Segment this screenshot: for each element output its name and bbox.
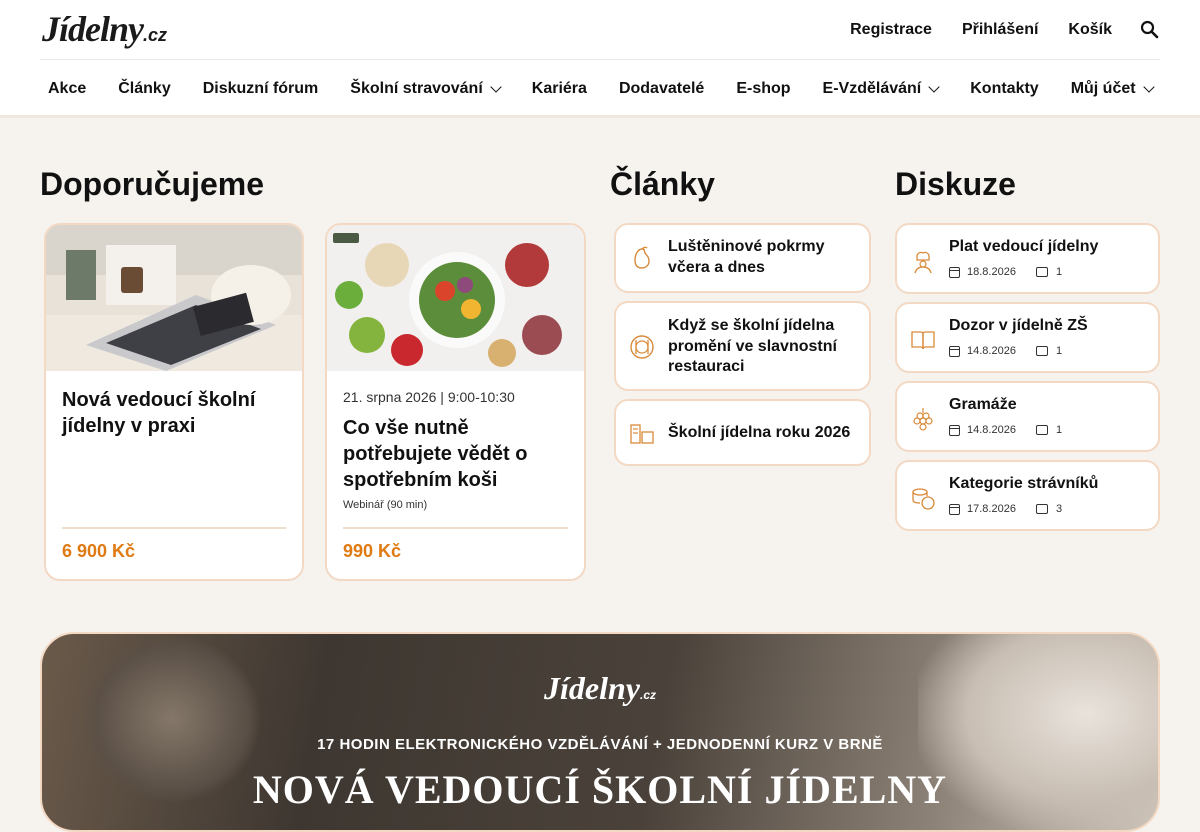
banner-logo-suffix: .cz [639,688,656,702]
logo-text: Jídelny [42,9,144,49]
promo-banner[interactable]: Jídelny.cz 17 HODIN ELEKTRONICKÉHO VZDĚL… [40,632,1160,832]
discussion-meta: 14.8.2026 1 [949,345,1062,357]
card-title: Nová vedoucí školní jídelny v praxi [62,389,256,437]
search-icon[interactable] [1140,20,1160,40]
login-link[interactable]: Přihlášení [962,21,1038,39]
comment-icon [1035,504,1048,514]
register-link[interactable]: Registrace [850,21,932,39]
main-nav: Akce Články Diskuzní fórum Školní stravo… [40,60,1160,117]
discussion-title: Plat vedoucí jídelny [949,238,1099,255]
top-links: Registrace Přihlášení Košík [820,0,1160,60]
nav-label: Můj účet [1070,79,1136,97]
nav-item-eshop[interactable]: E-shop [728,80,798,98]
card-price: 990 Kč [343,541,402,561]
article-item[interactable]: Když se školní jídelna promění ve slavno… [614,301,871,391]
comment-icon [1035,425,1048,435]
nav-label: Články [118,79,171,97]
comment-icon [1035,267,1048,277]
discussion-item[interactable]: Gramáže 14.8.2026 1 [895,381,1160,452]
card-price: 6 900 Kč [62,541,136,561]
top-bar: Jídelny.cz Registrace Přihlášení Košík [40,0,1160,60]
article-item[interactable]: Luštěninové pokrmy včera a dnes [614,223,871,293]
post-date: 14.8.2026 [967,345,1016,357]
nav-item-kontakty[interactable]: Kontakty [962,80,1046,98]
discussion-title: Gramáže [949,396,1017,413]
comment-count: 1 [1055,345,1063,357]
nav-label: Akce [48,79,87,97]
nav-label: Kariéra [531,79,587,97]
nav-label: Dodavatelé [618,79,705,97]
nav-item-akce[interactable]: Akce [40,80,94,98]
article-title: Školní jídelna roku 2026 [668,424,851,441]
chevron-down-icon [1142,80,1155,93]
calendar-icon [949,503,960,515]
site-header: Jídelny.cz Registrace Přihlášení Košík A… [0,0,1200,118]
discussion-meta: 18.8.2026 1 [949,266,1062,278]
event-date: 21. srpna 2026 | 9:00-10:30 [343,389,515,405]
calendar-icon [949,266,960,278]
nav-label: Školní stravování [350,79,483,97]
chef-icon [914,251,932,274]
webinar-image [327,225,584,371]
canteen-icon [630,424,654,444]
discussion-meta: 14.8.2026 1 [949,424,1062,436]
discussion-meta: 17.8.2026 3 [949,503,1062,515]
discussion-title: Dozor v jídelně ZŠ [949,317,1088,334]
post-date: 18.8.2026 [967,266,1016,278]
discussion-heading: Diskuze [895,166,1016,202]
course-image [46,225,302,371]
plate-cutlery-icon [630,335,654,359]
discussion-item[interactable]: Kategorie strávníků 17.8.2026 3 [895,460,1160,531]
grapes-icon [913,408,933,431]
nav-label: Diskuzní fórum [202,79,319,97]
nav-item-muj-ucet[interactable]: Můj účet [1063,80,1161,98]
banner-logo-text: Jídelny [544,670,640,706]
nav-label: E-Vzdělávání [822,79,922,97]
nav-label: Kontakty [970,79,1039,97]
nav-item-forum[interactable]: Diskuzní fórum [195,80,327,98]
nav-item-kariera[interactable]: Kariéra [524,80,595,98]
divider [343,527,568,529]
post-date: 14.8.2026 [967,424,1016,436]
site-logo[interactable]: Jídelny.cz [42,8,167,50]
divider [62,527,286,529]
nav-item-evzdelavani[interactable]: E-Vzdělávání [815,80,947,98]
comment-count: 1 [1055,266,1063,278]
card-title: Co vše nutně potřebujete vědět o spotřeb… [343,417,528,491]
book-icon [911,331,935,350]
nav-label: E-shop [736,79,791,97]
comment-icon [1035,346,1048,356]
article-title: Když se školní jídelna promění ve slavno… [668,317,837,375]
article-title: Luštěninové pokrmy včera a dnes [668,238,825,276]
chevron-down-icon [490,80,502,93]
calendar-icon [949,345,960,357]
post-date: 17.8.2026 [967,503,1016,515]
recommended-heading: Doporučujeme [40,166,265,202]
bean-icon [634,246,650,269]
discussion-title: Kategorie strávníků [949,475,1099,492]
article-item[interactable]: Školní jídelna roku 2026 [614,399,871,466]
product-card[interactable]: Nová vedoucí školní jídelny v praxi 6 90… [44,223,304,581]
calendar-icon [949,424,960,436]
nav-item-dodavatele[interactable]: Dodavatelé [611,80,712,98]
logo-suffix: .cz [142,25,167,45]
nav-item-clanky[interactable]: Články [110,80,178,98]
banner-title: NOVÁ VEDOUCÍ ŠKOLNÍ JÍDELNY [252,767,948,812]
chevron-down-icon [928,80,940,93]
banner-subtitle: 17 HODIN ELEKTRONICKÉHO VZDĚLÁVÁNÍ + JED… [317,736,883,753]
discussion-item[interactable]: Dozor v jídelně ZŠ 14.8.2026 1 [895,302,1160,373]
articles-heading: Články [610,166,715,202]
cart-link[interactable]: Košík [1068,21,1112,39]
card-subtitle: Webinář (90 min) [343,499,428,511]
discussion-item[interactable]: Plat vedoucí jídelny 18.8.2026 1 [895,223,1160,294]
banner-logo: Jídelny.cz [42,670,1158,707]
comment-count: 1 [1055,424,1063,436]
coins-icon [912,488,935,510]
product-card[interactable]: 21. srpna 2026 | 9:00-10:30 Co vše nutně… [325,223,586,581]
comment-count: 3 [1055,503,1063,515]
nav-item-skolni-stravovani[interactable]: Školní stravování [342,80,508,98]
